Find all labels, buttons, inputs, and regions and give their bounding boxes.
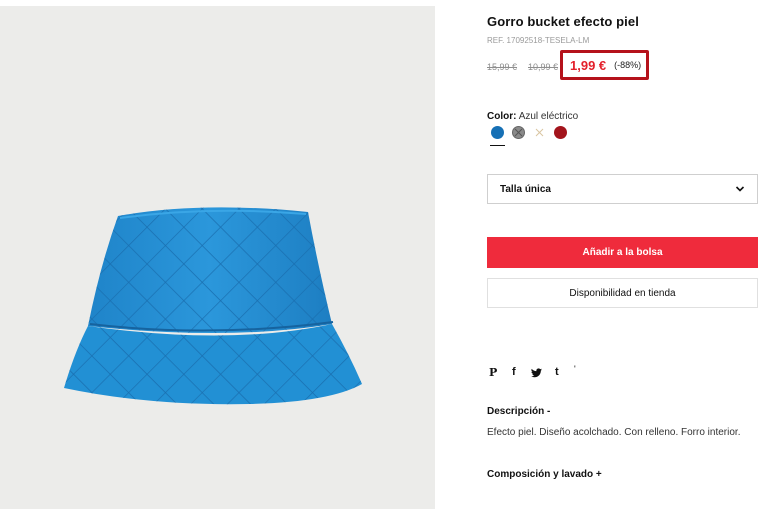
selected-swatch-indicator [490,145,505,146]
color-swatch-grey[interactable] [512,126,525,139]
tumblr-icon[interactable]: t [555,366,559,378]
chevron-down-icon [735,186,745,192]
previous-price: 10,99 € [528,62,559,72]
bucket-hat-image [64,207,362,405]
store-availability-button[interactable]: Disponibilidad en tienda [487,278,758,308]
description-toggle[interactable]: Descripción - [487,406,550,417]
facebook-icon[interactable]: f [512,366,516,378]
product-reference: REF. 17092518-TESELA-LM [487,36,590,45]
twitter-icon[interactable] [531,368,542,381]
size-selected: Talla única [500,183,551,195]
unavailable-cross-icon [514,128,523,137]
add-to-bag-button[interactable]: Añadir a la bolsa [487,237,758,268]
original-price: 15,99 € [487,62,518,72]
color-label: Color: Azul eléctrico [487,111,578,122]
product-image[interactable] [0,6,435,509]
discount-badge: (-88%) [614,60,642,70]
size-dropdown[interactable]: Talla única [487,174,758,204]
share-extra: ' [574,364,576,374]
pinterest-icon[interactable]: P [489,366,497,379]
description-text: Efecto piel. Diseño acolchado. Con relle… [487,427,741,438]
color-value: Azul eléctrico [518,111,579,122]
color-swatch-beige[interactable] [533,126,546,139]
color-swatch-blue[interactable] [491,126,504,139]
unavailable-cross-icon [535,128,544,137]
product-title: Gorro bucket efecto piel [487,14,639,29]
composition-toggle[interactable]: Composición y lavado + [487,469,602,480]
color-swatch-red[interactable] [554,126,567,139]
current-price-highlight: 1,99 € (-88%) [560,50,649,80]
color-label-title: Color: [487,111,517,122]
current-price: 1,99 € [570,57,607,73]
